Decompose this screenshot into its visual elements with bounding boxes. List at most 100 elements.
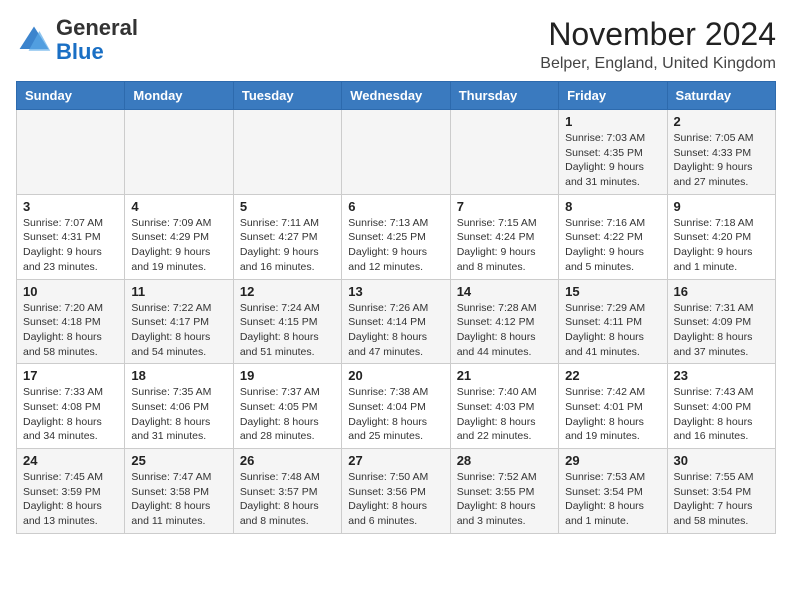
day-number: 3: [23, 199, 118, 214]
day-number: 11: [131, 284, 226, 299]
day-info: Sunrise: 7:20 AM Sunset: 4:18 PM Dayligh…: [23, 301, 118, 360]
calendar-cell: 11 Sunrise: 7:22 AM Sunset: 4:17 PM Dayli…: [125, 279, 233, 364]
day-info: Sunrise: 7:37 AM Sunset: 4:05 PM Dayligh…: [240, 385, 335, 444]
day-info: Sunrise: 7:47 AM Sunset: 3:58 PM Dayligh…: [131, 470, 226, 529]
day-info: Sunrise: 7:15 AM Sunset: 4:24 PM Dayligh…: [457, 216, 552, 275]
logo-icon: [16, 22, 52, 58]
day-number: 27: [348, 453, 443, 468]
calendar-cell: [342, 110, 450, 195]
calendar-cell: [450, 110, 558, 195]
calendar-cell: 7 Sunrise: 7:15 AM Sunset: 4:24 PM Daylig…: [450, 194, 558, 279]
calendar-cell: 26 Sunrise: 7:48 AM Sunset: 3:57 PM Dayli…: [233, 449, 341, 534]
calendar-cell: 12 Sunrise: 7:24 AM Sunset: 4:15 PM Dayli…: [233, 279, 341, 364]
day-info: Sunrise: 7:03 AM Sunset: 4:35 PM Dayligh…: [565, 131, 660, 190]
calendar-table: SundayMondayTuesdayWednesdayThursdayFrid…: [16, 81, 776, 534]
day-info: Sunrise: 7:43 AM Sunset: 4:00 PM Dayligh…: [674, 385, 769, 444]
weekday-header-thursday: Thursday: [450, 82, 558, 110]
location: Belper, England, United Kingdom: [540, 55, 776, 73]
day-number: 9: [674, 199, 769, 214]
day-number: 29: [565, 453, 660, 468]
calendar-cell: 29 Sunrise: 7:53 AM Sunset: 3:54 PM Dayli…: [559, 449, 667, 534]
calendar-cell: 17 Sunrise: 7:33 AM Sunset: 4:08 PM Dayli…: [17, 364, 125, 449]
day-number: 7: [457, 199, 552, 214]
calendar-cell: 1 Sunrise: 7:03 AM Sunset: 4:35 PM Daylig…: [559, 110, 667, 195]
day-number: 5: [240, 199, 335, 214]
page-header: General Blue November 2024 Belper, Engla…: [16, 16, 776, 73]
day-info: Sunrise: 7:13 AM Sunset: 4:25 PM Dayligh…: [348, 216, 443, 275]
day-number: 12: [240, 284, 335, 299]
calendar-cell: 14 Sunrise: 7:28 AM Sunset: 4:12 PM Dayli…: [450, 279, 558, 364]
calendar-cell: 8 Sunrise: 7:16 AM Sunset: 4:22 PM Daylig…: [559, 194, 667, 279]
day-info: Sunrise: 7:24 AM Sunset: 4:15 PM Dayligh…: [240, 301, 335, 360]
weekday-header-saturday: Saturday: [667, 82, 775, 110]
calendar-cell: 27 Sunrise: 7:50 AM Sunset: 3:56 PM Dayli…: [342, 449, 450, 534]
weekday-header-friday: Friday: [559, 82, 667, 110]
day-number: 24: [23, 453, 118, 468]
day-info: Sunrise: 7:48 AM Sunset: 3:57 PM Dayligh…: [240, 470, 335, 529]
day-info: Sunrise: 7:55 AM Sunset: 3:54 PM Dayligh…: [674, 470, 769, 529]
day-info: Sunrise: 7:40 AM Sunset: 4:03 PM Dayligh…: [457, 385, 552, 444]
calendar-cell: 3 Sunrise: 7:07 AM Sunset: 4:31 PM Daylig…: [17, 194, 125, 279]
day-number: 25: [131, 453, 226, 468]
calendar-cell: 20 Sunrise: 7:38 AM Sunset: 4:04 PM Dayli…: [342, 364, 450, 449]
day-info: Sunrise: 7:42 AM Sunset: 4:01 PM Dayligh…: [565, 385, 660, 444]
day-number: 13: [348, 284, 443, 299]
calendar-cell: 4Sunrise: 7:09 AM Sunset: 4:29 PM Daylig…: [125, 194, 233, 279]
day-number: 18: [131, 368, 226, 383]
day-info: Sunrise: 7:52 AM Sunset: 3:55 PM Dayligh…: [457, 470, 552, 529]
weekday-header-sunday: Sunday: [17, 82, 125, 110]
day-number: 6: [348, 199, 443, 214]
day-number: 17: [23, 368, 118, 383]
day-info: Sunrise: 7:53 AM Sunset: 3:54 PM Dayligh…: [565, 470, 660, 529]
calendar-cell: [125, 110, 233, 195]
day-info: Sunrise: 7:22 AM Sunset: 4:17 PM Dayligh…: [131, 301, 226, 360]
day-info: Sunrise: 7:05 AM Sunset: 4:33 PM Dayligh…: [674, 131, 769, 190]
calendar-cell: 25 Sunrise: 7:47 AM Sunset: 3:58 PM Dayli…: [125, 449, 233, 534]
day-info: Sunrise: 7:29 AM Sunset: 4:11 PM Dayligh…: [565, 301, 660, 360]
calendar-cell: 9 Sunrise: 7:18 AM Sunset: 4:20 PM Daylig…: [667, 194, 775, 279]
day-number: 14: [457, 284, 552, 299]
day-info: Sunrise: 7:18 AM Sunset: 4:20 PM Dayligh…: [674, 216, 769, 275]
day-number: 20: [348, 368, 443, 383]
day-number: 4: [131, 199, 226, 214]
day-info: Sunrise: 7:38 AM Sunset: 4:04 PM Dayligh…: [348, 385, 443, 444]
calendar-cell: 21 Sunrise: 7:40 AM Sunset: 4:03 PM Dayli…: [450, 364, 558, 449]
day-number: 2: [674, 114, 769, 129]
day-number: 19: [240, 368, 335, 383]
weekday-header-tuesday: Tuesday: [233, 82, 341, 110]
weekday-header-monday: Monday: [125, 82, 233, 110]
calendar-cell: 23 Sunrise: 7:43 AM Sunset: 4:00 PM Dayli…: [667, 364, 775, 449]
calendar-cell: 28 Sunrise: 7:52 AM Sunset: 3:55 PM Dayli…: [450, 449, 558, 534]
calendar-cell: [233, 110, 341, 195]
calendar-cell: 22Sunrise: 7:42 AM Sunset: 4:01 PM Dayli…: [559, 364, 667, 449]
day-number: 28: [457, 453, 552, 468]
day-info: Sunrise: 7:35 AM Sunset: 4:06 PM Dayligh…: [131, 385, 226, 444]
calendar-cell: 2 Sunrise: 7:05 AM Sunset: 4:33 PM Daylig…: [667, 110, 775, 195]
day-number: 8: [565, 199, 660, 214]
weekday-header-wednesday: Wednesday: [342, 82, 450, 110]
day-info: Sunrise: 7:50 AM Sunset: 3:56 PM Dayligh…: [348, 470, 443, 529]
day-info: Sunrise: 7:11 AM Sunset: 4:27 PM Dayligh…: [240, 216, 335, 275]
calendar-cell: 5 Sunrise: 7:11 AM Sunset: 4:27 PM Daylig…: [233, 194, 341, 279]
day-number: 26: [240, 453, 335, 468]
calendar-cell: 6 Sunrise: 7:13 AM Sunset: 4:25 PM Daylig…: [342, 194, 450, 279]
day-info: Sunrise: 7:28 AM Sunset: 4:12 PM Dayligh…: [457, 301, 552, 360]
day-number: 10: [23, 284, 118, 299]
day-info: Sunrise: 7:07 AM Sunset: 4:31 PM Dayligh…: [23, 216, 118, 275]
day-info: Sunrise: 7:26 AM Sunset: 4:14 PM Dayligh…: [348, 301, 443, 360]
calendar-cell: 15 Sunrise: 7:29 AM Sunset: 4:11 PM Dayli…: [559, 279, 667, 364]
calendar-cell: 13 Sunrise: 7:26 AM Sunset: 4:14 PM Dayli…: [342, 279, 450, 364]
month-title: November 2024: [540, 16, 776, 53]
day-number: 1: [565, 114, 660, 129]
day-number: 15: [565, 284, 660, 299]
day-info: Sunrise: 7:33 AM Sunset: 4:08 PM Dayligh…: [23, 385, 118, 444]
day-number: 21: [457, 368, 552, 383]
calendar-cell: 18 Sunrise: 7:35 AM Sunset: 4:06 PM Dayli…: [125, 364, 233, 449]
title-area: November 2024 Belper, England, United Ki…: [540, 16, 776, 73]
day-number: 23: [674, 368, 769, 383]
calendar-cell: 24Sunrise: 7:45 AM Sunset: 3:59 PM Dayli…: [17, 449, 125, 534]
day-number: 30: [674, 453, 769, 468]
day-info: Sunrise: 7:16 AM Sunset: 4:22 PM Dayligh…: [565, 216, 660, 275]
day-info: Sunrise: 7:31 AM Sunset: 4:09 PM Dayligh…: [674, 301, 769, 360]
calendar-cell: 19 Sunrise: 7:37 AM Sunset: 4:05 PM Dayli…: [233, 364, 341, 449]
